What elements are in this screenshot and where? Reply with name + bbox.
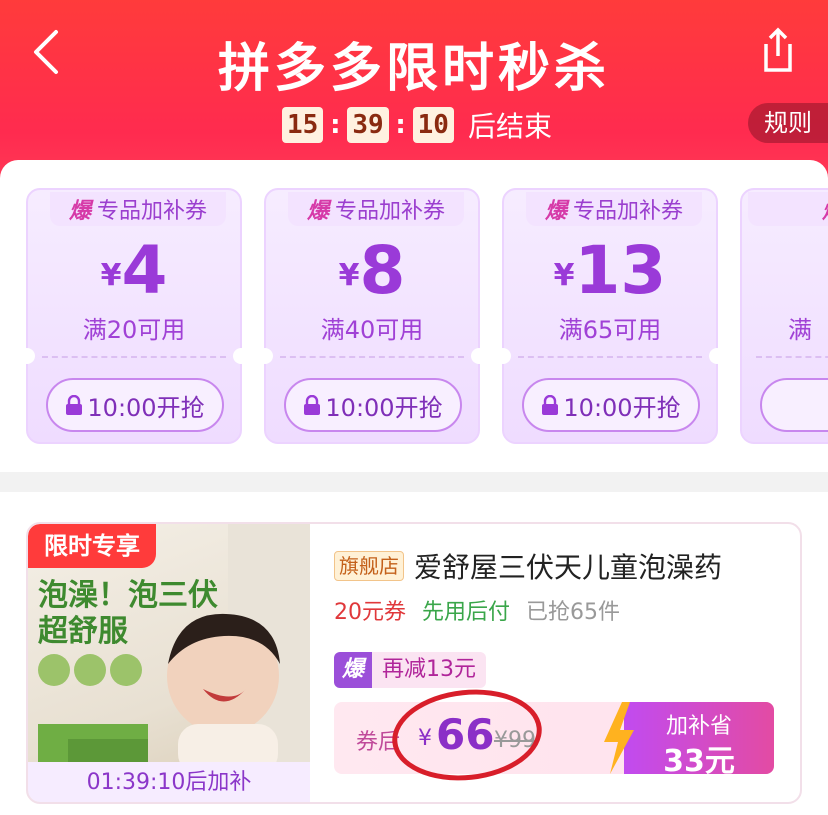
countdown-suffix: 后结束 [467, 110, 552, 143]
flagship-store-badge: 旗舰店 [334, 551, 404, 581]
coupon-notch [495, 348, 511, 364]
price-annotation-circle [387, 682, 547, 788]
grab-coupon-label: 10:00开抢 [87, 393, 205, 422]
coupon-divider [756, 356, 828, 358]
bonus-save-button[interactable]: 加补省 33元 [604, 702, 774, 779]
grab-coupon-button[interactable]: 10:00开抢 [522, 378, 700, 432]
coupon-condition: 满40可用 [320, 316, 424, 344]
bonus-countdown: 01:39:10后加补 [28, 762, 310, 802]
coupon-notch [709, 348, 725, 364]
countdown-hours: 15 [282, 107, 324, 143]
product-card[interactable]: 限时专享 泡澡！泡三伏 超舒服 01:39:10后加补 旗舰店 爱舒屋三伏天儿童… [26, 522, 802, 804]
hot-badge-icon: 爆 [306, 199, 329, 224]
countdown-timer: 15 : 39 : 10 后结束 [282, 106, 552, 144]
limited-badge: 限时专享 [28, 524, 156, 568]
coupon-card[interactable]: 爆 专品加补券 ¥13 满65可用 10:00开抢 [495, 188, 725, 444]
coupon-value: 4 [121, 232, 168, 309]
coupon-condition: 满65可用 [558, 316, 662, 344]
coupon-amount: ¥4 [28, 232, 240, 309]
hot-badge-icon: 爆 [334, 652, 373, 688]
product-image[interactable]: 限时专享 泡澡！泡三伏 超舒服 01:39:10后加补 [28, 524, 310, 802]
currency-symbol: ¥ [338, 258, 360, 293]
countdown-seconds: 10 [412, 107, 454, 143]
coupon-value: 13 [574, 232, 667, 309]
countdown-separator: : [330, 110, 341, 140]
coupon-card[interactable]: 爆 专品加补券 ¥8 满40可用 10:00开抢 [257, 188, 487, 444]
coupon-divider [42, 356, 226, 358]
coupon-condition: 满20可用 [82, 316, 186, 344]
coupon-list: 爆 专品加补券 ¥4 满20可用 10:00开抢 爆 专品加补券 ¥8 满40可… [0, 160, 828, 472]
product-title[interactable]: 爱舒屋三伏天儿童泡澡药 [414, 546, 722, 586]
product-slogan: 超舒服 [38, 614, 128, 649]
hot-badge-icon: 爆 [822, 193, 828, 225]
coupon-condition: 满 [788, 316, 812, 344]
coupon-card[interactable]: 爆 满 [740, 188, 828, 444]
coupon-divider [280, 356, 464, 358]
coupon-tag: 爆 专品加补券 [288, 192, 464, 226]
coupon-info: 20元券 [334, 600, 406, 625]
coupon-card[interactable]: 爆 专品加补券 ¥4 满20可用 10:00开抢 [19, 188, 249, 444]
page-title: 拼多多限时秒杀 [217, 39, 610, 99]
grab-coupon-button[interactable] [760, 378, 828, 432]
coupon-tag-label: 专品加补券 [335, 199, 446, 224]
hot-badge-icon: 爆 [544, 199, 567, 224]
hot-badge-icon: 爆 [68, 199, 91, 224]
coupon-tag: 爆 专品加补券 [526, 192, 702, 226]
rules-button[interactable]: 规则 [748, 103, 828, 143]
lock-icon [304, 395, 321, 415]
grab-coupon-label: 10:00开抢 [563, 393, 681, 422]
grab-coupon-label: 10:00开抢 [325, 393, 443, 422]
coupon-notch [19, 348, 35, 364]
coupon-notch [233, 348, 249, 364]
coupon-tag-label: 专品加补券 [573, 199, 684, 224]
sold-count: 已抢65件 [526, 600, 621, 625]
currency-symbol: ¥ [553, 258, 575, 293]
lock-icon [66, 395, 83, 415]
coupon-divider [518, 356, 702, 358]
product-section: 限时专享 泡澡！泡三伏 超舒服 01:39:10后加补 旗舰店 爱舒屋三伏天儿童… [0, 492, 828, 815]
countdown-minutes: 39 [347, 107, 389, 143]
coupon-value: 8 [359, 232, 406, 309]
grab-coupon-button[interactable]: 10:00开抢 [284, 378, 462, 432]
product-meta: 20元券 先用后付 已抢65件 [334, 594, 620, 626]
coupon-notch [471, 348, 487, 364]
coupon-amount: ¥13 [504, 232, 716, 309]
coupon-tag: 爆 [748, 192, 828, 226]
lock-icon [542, 395, 559, 415]
price-bar[interactable]: 券后 ¥ 66 ¥99 加补省 33元 [334, 682, 774, 788]
pay-later-info: 先用后付 [422, 600, 511, 625]
extra-discount-text: 再减13元 [372, 652, 487, 688]
currency-symbol: ¥ [100, 258, 122, 293]
extra-discount-tag: 爆 再减13元 [334, 652, 487, 688]
bonus-save-amount: 33元 [663, 744, 735, 779]
coupon-notch [257, 348, 273, 364]
countdown-separator: : [395, 110, 406, 140]
share-icon[interactable] [758, 26, 798, 74]
grab-coupon-button[interactable]: 10:00开抢 [46, 378, 224, 432]
coupon-tag: 爆 专品加补券 [50, 192, 226, 226]
coupon-amount: ¥8 [266, 232, 478, 309]
coupon-tag-label: 专品加补券 [97, 199, 208, 224]
product-name-row[interactable]: 旗舰店 爱舒屋三伏天儿童泡澡药 [334, 546, 722, 586]
